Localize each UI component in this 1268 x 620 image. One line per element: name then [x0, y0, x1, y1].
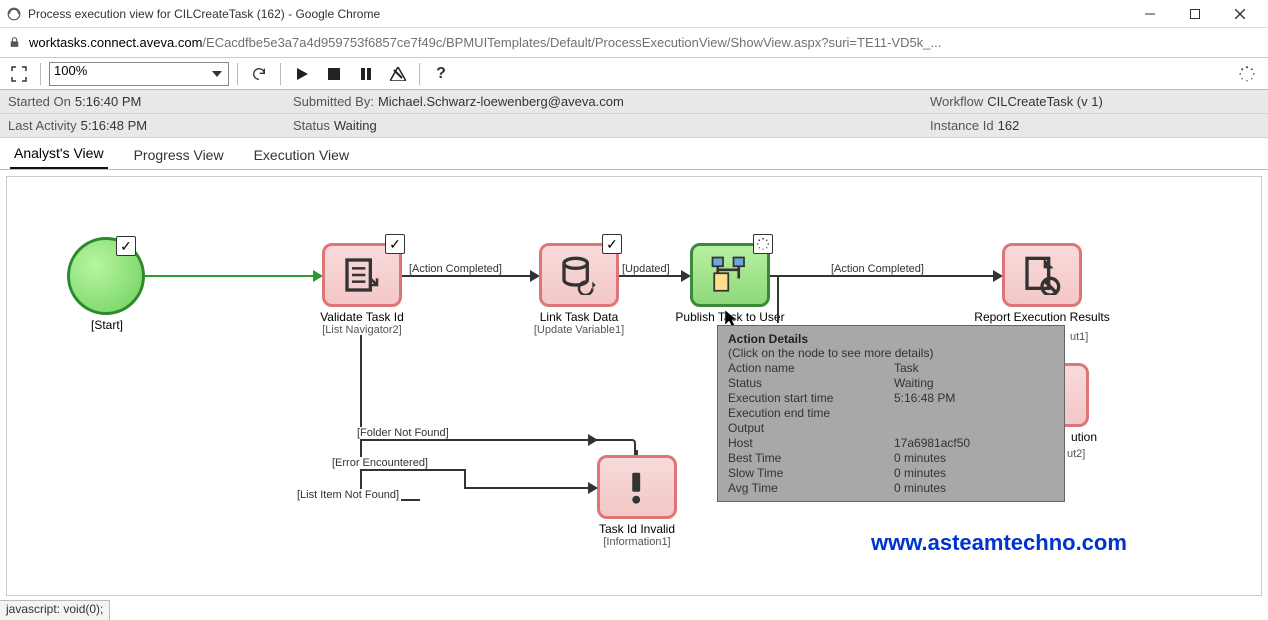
edge-error-encountered [360, 469, 464, 471]
list-icon [342, 255, 382, 295]
warning-icon [618, 468, 656, 506]
node-partial-label: ution [1059, 430, 1109, 444]
node-validate-task-id[interactable]: ✓ [322, 243, 402, 307]
edge-publish-report [770, 275, 995, 277]
node-report-sublabel-partial: ut1] [1070, 331, 1088, 343]
fullscreen-button[interactable] [6, 61, 32, 87]
refresh-button[interactable] [246, 61, 272, 87]
check-icon: ✓ [116, 236, 136, 256]
lock-icon [8, 36, 21, 49]
window-minimize-button[interactable] [1127, 0, 1172, 28]
database-icon [559, 255, 599, 295]
tooltip-subtitle: (Click on the node to see more details) [728, 346, 1054, 360]
loading-spinner-icon [1238, 65, 1256, 83]
process-toolbar: 100% ? [0, 58, 1268, 90]
info-row-1: Started On5:16:40 PM Submitted By:Michae… [0, 90, 1268, 114]
workflow-canvas[interactable]: ✓ [Start] ✓ Validate Task Id [List Navig… [6, 176, 1262, 596]
node-publish-task-to-user[interactable] [690, 243, 770, 307]
watermark-link[interactable]: www.asteamtechno.com [871, 530, 1127, 556]
tab-progress-view[interactable]: Progress View [130, 141, 228, 169]
edge-label: [Updated] [620, 263, 672, 275]
edge-label: [List Item Not Found] [295, 489, 401, 501]
view-tabs: Analyst's View Progress View Execution V… [0, 138, 1268, 170]
check-icon: ✓ [602, 234, 622, 254]
browser-status-bar: javascript: void(0); [0, 600, 110, 620]
node-start[interactable]: ✓ [67, 237, 145, 315]
zoom-value: 100% [54, 63, 87, 78]
pause-button[interactable] [353, 61, 379, 87]
node-link-label: Link Task Data [Update Variable1] [499, 310, 659, 336]
window-close-button[interactable] [1217, 0, 1262, 28]
chrome-favicon [6, 6, 22, 22]
zoom-select[interactable]: 100% [49, 62, 229, 86]
edge-publish-down [777, 275, 779, 323]
spinner-icon [753, 234, 773, 254]
edge-validate-down [360, 335, 362, 499]
stop-button[interactable] [321, 61, 347, 87]
edge-start-validate [145, 275, 315, 277]
info-row-2: Last Activity5:16:48 PM StatusWaiting In… [0, 114, 1268, 138]
report-icon [1022, 255, 1062, 295]
tab-analyst-view[interactable]: Analyst's View [10, 139, 108, 169]
edge-folder-not-found [360, 439, 590, 441]
window-titlebar: Process execution view for CILCreateTask… [0, 0, 1268, 28]
node-partial-hidden[interactable] [1065, 363, 1089, 427]
node-start-label: [Start] [27, 318, 187, 332]
edge-validate-link [402, 275, 532, 277]
node-partial-sublabel: ut2] [1067, 448, 1085, 460]
task-icon [709, 254, 751, 296]
play-button[interactable] [289, 61, 315, 87]
node-task-id-invalid[interactable] [597, 455, 677, 519]
action-details-tooltip: Action Details (Click on the node to see… [717, 325, 1065, 502]
node-validate-label: Validate Task Id [List Navigator2] [282, 310, 442, 336]
edge-label: [Action Completed] [407, 263, 504, 275]
tab-execution-view[interactable]: Execution View [250, 141, 353, 169]
abort-button[interactable] [385, 61, 411, 87]
help-button[interactable]: ? [428, 61, 454, 87]
window-maximize-button[interactable] [1172, 0, 1217, 28]
node-report-execution-results[interactable] [1002, 243, 1082, 307]
address-bar[interactable]: worktasks.connect.aveva.com/ECacdfbe5e3a… [0, 28, 1268, 58]
node-report-label: Report Execution Results [962, 310, 1122, 324]
url-text: worktasks.connect.aveva.com/ECacdfbe5e3a… [29, 35, 1260, 50]
window-title: Process execution view for CILCreateTask… [28, 7, 1127, 21]
edge-label: [Folder Not Found] [355, 427, 451, 439]
edge-label: [Action Completed] [829, 263, 926, 275]
node-invalid-label: Task Id Invalid [Information1] [557, 522, 717, 548]
node-link-task-data[interactable]: ✓ [539, 243, 619, 307]
tooltip-title: Action Details [728, 332, 1054, 346]
edge-label: [Error Encountered] [330, 457, 430, 469]
check-icon: ✓ [385, 234, 405, 254]
edge-link-publish [619, 275, 683, 277]
